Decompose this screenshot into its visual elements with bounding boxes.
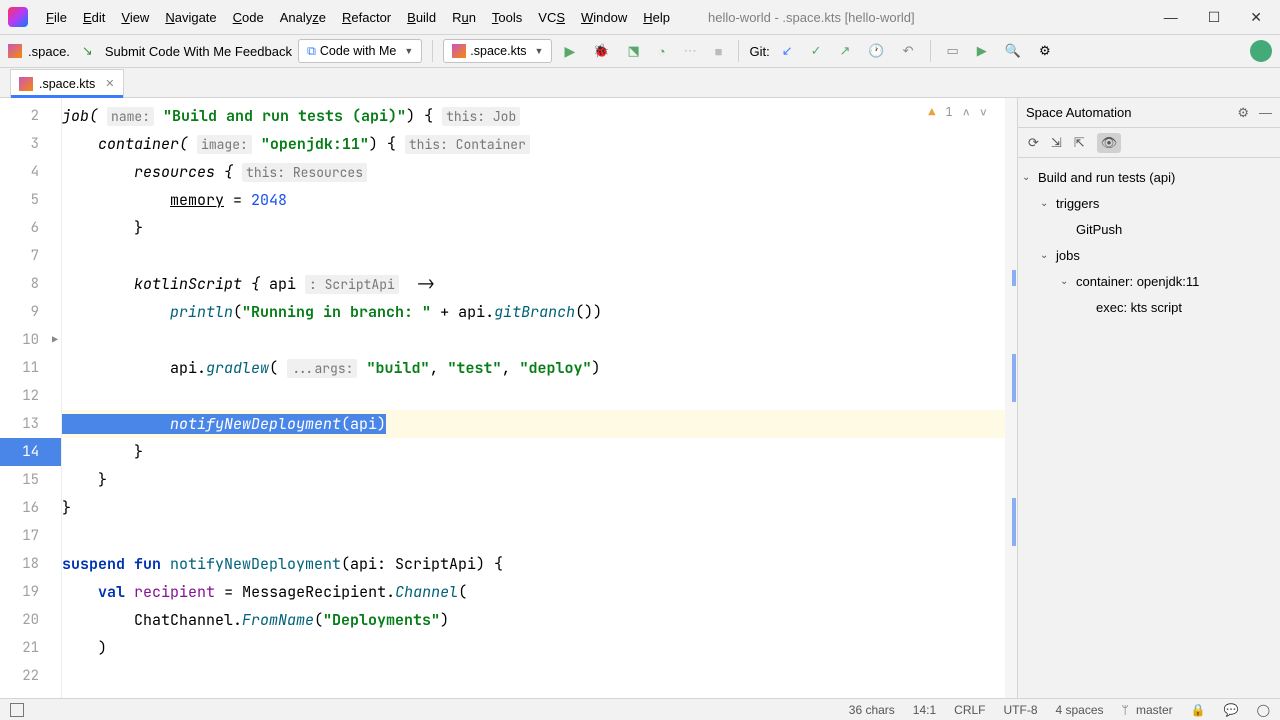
avatar[interactable] — [1250, 40, 1272, 62]
status-chars: 36 chars — [849, 703, 895, 717]
prev-highlight-icon[interactable]: ∧ — [963, 104, 970, 120]
maximize-icon[interactable]: ☐ — [1208, 9, 1221, 26]
menu-tools[interactable]: Tools — [484, 6, 530, 29]
menu-window[interactable]: Window — [573, 6, 635, 29]
branch-icon: ᛘ — [1122, 703, 1136, 717]
notifications-icon[interactable]: 💬 — [1224, 703, 1239, 717]
update-icon[interactable]: ↙ — [776, 39, 799, 63]
menubar: File Edit View Navigate Code Analyze Ref… — [0, 0, 1280, 34]
close-icon[interactable]: ✕ — [105, 77, 114, 90]
build-icon[interactable]: ↘ — [76, 39, 99, 63]
status-pos[interactable]: 14:1 — [913, 703, 936, 717]
push-icon[interactable]: ↗ — [834, 39, 857, 63]
chevron-down-icon: ▼ — [535, 46, 544, 56]
next-highlight-icon[interactable]: ∨ — [980, 104, 987, 120]
code-with-me-label: Code with Me — [320, 44, 396, 58]
status-indent[interactable]: 4 spaces — [1056, 703, 1104, 717]
git-label: Git: — [749, 44, 769, 59]
menu-edit[interactable]: Edit — [75, 6, 113, 29]
menu-file[interactable]: File — [38, 6, 75, 29]
error-stripe[interactable] — [1005, 98, 1017, 698]
history-icon[interactable]: 🕐 — [862, 39, 890, 63]
menu-refactor[interactable]: Refactor — [334, 6, 399, 29]
warning-icon: ▲ — [928, 104, 935, 120]
tool-windows-icon[interactable] — [10, 703, 24, 717]
file-type-icon — [452, 44, 466, 58]
run-icon[interactable]: ▶ — [558, 39, 581, 63]
profile-icon[interactable]: ◔ — [652, 39, 672, 63]
tree-gitpush[interactable]: GitPush — [1022, 216, 1276, 242]
tree-jobs[interactable]: ⌄jobs — [1022, 242, 1276, 268]
panel-title: Space Automation — [1026, 105, 1132, 120]
submit-feedback[interactable]: Submit Code With Me Feedback — [105, 44, 292, 59]
file-type-icon — [8, 44, 22, 58]
tab-space-kts[interactable]: .space.kts ✕ — [10, 69, 124, 97]
menu-view[interactable]: View — [113, 6, 157, 29]
minimize-icon[interactable]: — — [1164, 9, 1178, 26]
tree-exec[interactable]: exec: kts script — [1022, 294, 1276, 320]
status-enc[interactable]: UTF-8 — [1004, 703, 1038, 717]
run-config-dropdown[interactable]: .space.kts ▼ — [443, 39, 552, 63]
tree-container[interactable]: ⌄container: openjdk:11 — [1022, 268, 1276, 294]
code-with-me-button[interactable]: ⧉ Code with Me ▼ — [298, 39, 422, 63]
hide-icon[interactable]: — — [1259, 105, 1272, 121]
warn-count: 1 — [945, 104, 952, 120]
run-anything-icon[interactable]: ▶ — [971, 39, 993, 63]
git-branch[interactable]: ᛘ master — [1122, 703, 1173, 717]
panel-toolbar: ⟳ ⇲ ⇱ 👁 — [1018, 128, 1280, 158]
space-automation-panel: Space Automation ⚙ — ⟳ ⇲ ⇱ 👁 ⌄Build and … — [1018, 98, 1280, 698]
panel-header: Space Automation ⚙ — — [1018, 98, 1280, 128]
editor-tabs: .space.kts ✕ — [0, 68, 1280, 98]
menu-build[interactable]: Build — [399, 6, 444, 29]
tree-job[interactable]: ⌄Build and run tests (api) — [1022, 164, 1276, 190]
gear-icon[interactable]: ⚙ — [1237, 105, 1249, 121]
refresh-icon[interactable]: ⟳ — [1028, 135, 1039, 151]
code-area[interactable]: ▲ 1 ∧ ∨ job( name: "Build and run tests … — [62, 98, 1017, 698]
menu-help[interactable]: Help — [635, 6, 678, 29]
toolbar: .space. ↘ Submit Code With Me Feedback ⧉… — [0, 34, 1280, 68]
menu-code[interactable]: Code — [225, 6, 272, 29]
file-type-icon — [19, 77, 33, 91]
tab-label: .space.kts — [39, 77, 95, 91]
lock-icon[interactable]: 🔒 — [1191, 703, 1206, 717]
status-eol[interactable]: CRLF — [954, 703, 985, 717]
structure-icon[interactable]: ▭ — [941, 39, 965, 63]
breadcrumb[interactable]: .space. — [28, 44, 70, 59]
menu-run[interactable]: Run — [444, 6, 484, 29]
editor[interactable]: 23456789 10111213 14 1516171819202122 ▲ … — [0, 98, 1018, 698]
menu-vcs[interactable]: VCS — [530, 6, 573, 29]
window-title: hello-world - .space.kts [hello-world] — [708, 10, 915, 25]
search-icon[interactable]: 🔍 — [999, 39, 1027, 63]
close-icon[interactable]: ✕ — [1250, 9, 1262, 26]
settings-icon[interactable]: ⚙ — [1033, 39, 1057, 63]
attach-icon[interactable]: ⋯ — [678, 39, 703, 63]
menu-analyze[interactable]: Analyze — [272, 6, 334, 29]
chevron-down-icon: ▼ — [404, 46, 413, 56]
run-config-label: .space.kts — [470, 44, 526, 58]
status-bar: 36 chars 14:1 CRLF UTF-8 4 spaces ᛘ mast… — [0, 698, 1280, 720]
stop-icon[interactable]: ■ — [709, 39, 729, 63]
app-icon — [8, 7, 28, 27]
gutter: 23456789 10111213 14 1516171819202122 — [0, 98, 62, 698]
tree-triggers[interactable]: ⌄triggers — [1022, 190, 1276, 216]
commit-icon[interactable]: ✓ — [805, 39, 828, 63]
cwm-icon: ⧉ — [307, 44, 316, 59]
scroll-from-source-icon[interactable]: 👁 — [1097, 133, 1122, 153]
processes-icon[interactable]: ◯ — [1257, 703, 1270, 717]
debug-icon[interactable]: 🐞 — [587, 39, 615, 63]
menu-navigate[interactable]: Navigate — [157, 6, 224, 29]
rollback-icon[interactable]: ↶ — [897, 39, 920, 63]
automation-tree[interactable]: ⌄Build and run tests (api) ⌄triggers Git… — [1018, 158, 1280, 326]
inspection-widget[interactable]: ▲ 1 ∧ ∨ — [928, 104, 987, 120]
collapse-icon[interactable]: ⇱ — [1074, 135, 1085, 151]
coverage-icon[interactable]: ⬔ — [621, 39, 645, 63]
expand-icon[interactable]: ⇲ — [1051, 135, 1062, 151]
